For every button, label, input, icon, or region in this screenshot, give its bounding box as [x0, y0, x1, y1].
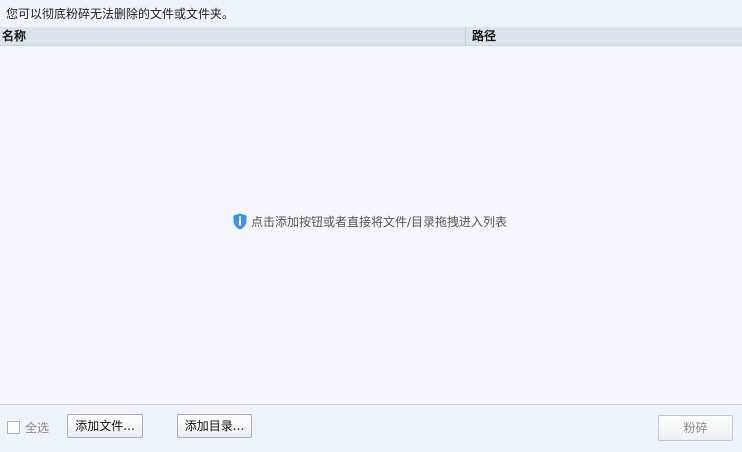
add-directory-button[interactable]: 添加目录...: [177, 414, 252, 438]
select-all-toggle[interactable]: 全选: [7, 419, 49, 436]
file-list[interactable]: 名称 路径 点击添加按钮或者直接将文件/目录拖拽进入列表: [0, 27, 742, 404]
shred-button[interactable]: 粉碎: [658, 415, 733, 441]
column-header-path[interactable]: 路径: [467, 27, 742, 45]
list-header: 名称 路径: [0, 27, 742, 46]
column-header-name[interactable]: 名称: [0, 27, 466, 45]
select-all-checkbox[interactable]: [7, 421, 20, 434]
info-shield-icon: [233, 213, 247, 230]
add-file-button[interactable]: 添加文件...: [67, 414, 143, 438]
page-description: 您可以彻底粉碎无法删除的文件或文件夹。: [6, 7, 235, 21]
footer-bar: 全选 添加文件... 添加目录... 粉碎: [0, 404, 742, 452]
empty-list-hint: 点击添加按钮或者直接将文件/目录拖拽进入列表: [233, 212, 507, 230]
select-all-label: 全选: [25, 421, 50, 435]
empty-hint-text: 点击添加按钮或者直接将文件/目录拖拽进入列表: [251, 214, 508, 229]
